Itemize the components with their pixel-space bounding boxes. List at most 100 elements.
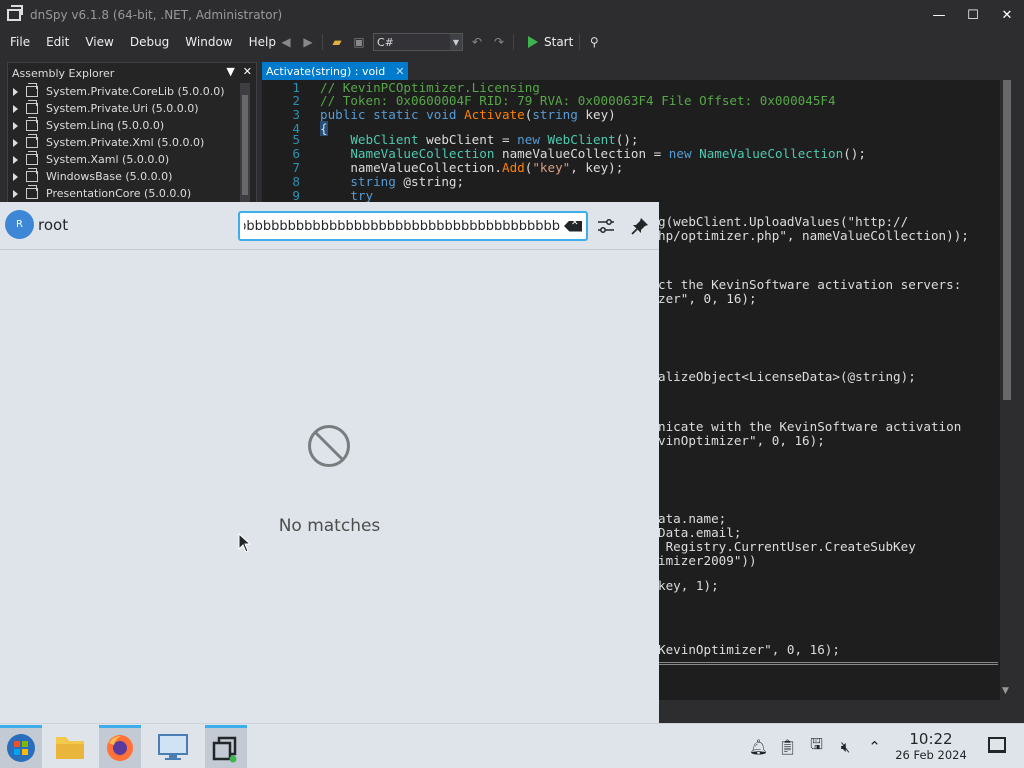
assembly-item[interactable]: System.Xaml (5.0.0.0) — [8, 151, 256, 168]
chevron-up-icon[interactable]: ⌃ — [860, 724, 889, 768]
device-notifier-icon[interactable]: 🖫 — [802, 724, 831, 768]
firefox-button[interactable] — [99, 725, 141, 768]
code-line: 2 // Token: 0x0600004F RID: 79 RVA: 0x000… — [262, 93, 835, 108]
assembly-explorer-scrollbar[interactable] — [240, 83, 250, 211]
expand-icon[interactable] — [13, 87, 18, 96]
save-all-icon[interactable]: ▣ — [351, 34, 367, 50]
clipboard-icon[interactable]: 📋︎ — [773, 724, 802, 768]
taskbar: 🔔︎ 📋︎ 🖫 🔇︎ ⌃ 10:22 26 Feb 2024 — [0, 723, 1024, 768]
volume-muted-icon[interactable]: 🔇︎ — [831, 724, 860, 768]
open-folder-icon[interactable]: ▰ — [329, 34, 345, 50]
assembly-icon — [26, 83, 38, 97]
panel-close-icon[interactable]: ✕ — [243, 65, 252, 78]
menu-edit[interactable]: Edit — [38, 35, 77, 49]
code-fragment: imizer2009")) — [658, 553, 757, 568]
editor-scrollbar[interactable]: ▼ — [1000, 80, 1014, 700]
search-field[interactable] — [238, 211, 588, 241]
mouse-cursor-icon — [238, 533, 252, 553]
dnspy-icon — [212, 736, 237, 763]
toolbar-separator — [579, 34, 581, 50]
system-settings-button[interactable] — [152, 725, 194, 768]
code-fragment: zer", 0, 16); — [658, 291, 757, 306]
assembly-item[interactable]: PresentationCore (5.0.0.0) — [8, 185, 256, 202]
dnspy-taskbar-button[interactable] — [205, 725, 247, 768]
panel-menu-icon[interactable]: ▼ — [226, 65, 234, 78]
menu-view[interactable]: View — [77, 35, 121, 49]
assembly-item[interactable]: System.Private.Xml (5.0.0.0) — [8, 134, 256, 151]
search-input[interactable] — [240, 218, 560, 234]
code-fragment: KevinOptimizer", 0, 16); — [658, 642, 840, 657]
assembly-label: System.Xaml (5.0.0.0) — [46, 153, 170, 166]
settings-sliders-icon[interactable] — [596, 216, 616, 236]
pin-icon[interactable] — [630, 216, 650, 236]
language-select[interactable]: C# ▼ — [373, 33, 463, 51]
clock-time: 10:22 — [909, 730, 953, 748]
expand-icon[interactable] — [13, 138, 18, 147]
assembly-item[interactable]: System.Private.Uri (5.0.0.0) — [8, 100, 256, 117]
menu-debug[interactable]: Debug — [122, 35, 177, 49]
clock[interactable]: 10:22 26 Feb 2024 — [886, 730, 976, 762]
assembly-icon — [26, 134, 38, 148]
code-line: 7 nameValueCollection.Add("key", key); — [262, 161, 623, 175]
tab-activate[interactable]: Activate(string) : void ✕ — [262, 62, 409, 80]
redo-icon[interactable]: ↷ — [491, 34, 507, 50]
no-results-icon — [308, 425, 350, 467]
navigate-forward-icon[interactable]: ▶ — [300, 34, 316, 50]
notifications-bell-icon[interactable]: 🔔︎ — [744, 724, 773, 768]
navigate-back-icon[interactable]: ◀ — [278, 34, 294, 50]
clear-text-button[interactable] — [560, 213, 586, 239]
line-number: 1 — [292, 80, 300, 95]
code-line: 9 try — [262, 189, 373, 203]
scrollbar-thumb[interactable] — [1003, 80, 1011, 400]
scroll-down-icon[interactable]: ▼ — [1002, 686, 1009, 696]
editor-horizontal-scrollbar[interactable] — [658, 662, 998, 665]
code-fragment: ct the KevinSoftware activation servers: — [658, 277, 962, 292]
line-number: 6 — [292, 146, 300, 161]
folder-icon — [56, 736, 84, 759]
assembly-item[interactable]: System.Linq (5.0.0.0) — [8, 117, 256, 134]
expand-icon[interactable] — [13, 189, 18, 198]
code-line: 6 NameValueCollection nameValueCollectio… — [262, 147, 866, 161]
start-label: Start — [544, 35, 574, 49]
undo-icon[interactable]: ↶ — [469, 34, 485, 50]
system-tray: 🔔︎ 📋︎ 🖫 🔇︎ ⌃ — [744, 724, 889, 768]
avatar[interactable]: R — [5, 210, 34, 239]
line-number: 2 — [292, 93, 300, 108]
assembly-explorer-title: Assembly Explorer — [12, 66, 115, 80]
menu-window[interactable]: Window — [177, 35, 240, 49]
line-number: 9 — [292, 188, 300, 203]
assembly-item[interactable]: WindowsBase (5.0.0.0) — [8, 168, 256, 185]
assembly-icon — [26, 151, 38, 165]
expand-icon[interactable] — [13, 104, 18, 113]
menu-file[interactable]: File — [2, 35, 38, 49]
scrollbar-thumb[interactable] — [242, 95, 248, 195]
start-debugging-button[interactable]: Start — [528, 35, 573, 49]
expand-icon[interactable] — [13, 121, 18, 130]
toolbar: ◀ ▶ ▰ ▣ C# ▼ ↶ ↷ Start ⚲ — [278, 30, 602, 54]
line-number: 3 — [292, 107, 300, 122]
tab-close-icon[interactable]: ✕ — [395, 65, 404, 78]
assembly-icon — [26, 117, 38, 131]
no-matches-label: No matches — [278, 516, 381, 536]
assembly-label: System.Private.Uri (5.0.0.0) — [46, 102, 199, 115]
maximize-button[interactable]: ☐ — [956, 0, 990, 30]
search-icon[interactable]: ⚲ — [586, 34, 602, 50]
clear-icon — [564, 220, 582, 232]
code-line: 5 WebClient webClient = new WebClient(); — [262, 133, 638, 147]
expand-icon[interactable] — [13, 172, 18, 181]
start-menu-button[interactable] — [0, 725, 42, 768]
expand-icon[interactable] — [13, 155, 18, 164]
assembly-explorer-panel: Assembly Explorer ▼ ✕ System.Private.Cor… — [7, 62, 257, 212]
code-fragment: ata.name; — [658, 511, 727, 526]
krunner-header: R root — [0, 202, 659, 250]
code-line: 3 public static void Activate(string key) — [262, 107, 615, 122]
assembly-label: System.Private.Xml (5.0.0.0) — [46, 136, 205, 149]
minimize-button[interactable]: — — [922, 0, 956, 30]
assembly-label: PresentationCore (5.0.0.0) — [46, 187, 192, 200]
code-fragment: vinOptimizer", 0, 16); — [658, 433, 825, 448]
close-button[interactable]: ✕ — [990, 0, 1024, 30]
file-manager-button[interactable] — [49, 725, 91, 768]
assembly-item[interactable]: System.Private.CoreLib (5.0.0.0) — [8, 83, 256, 100]
clock-date: 26 Feb 2024 — [895, 748, 967, 762]
show-desktop-button[interactable] — [988, 737, 1006, 753]
